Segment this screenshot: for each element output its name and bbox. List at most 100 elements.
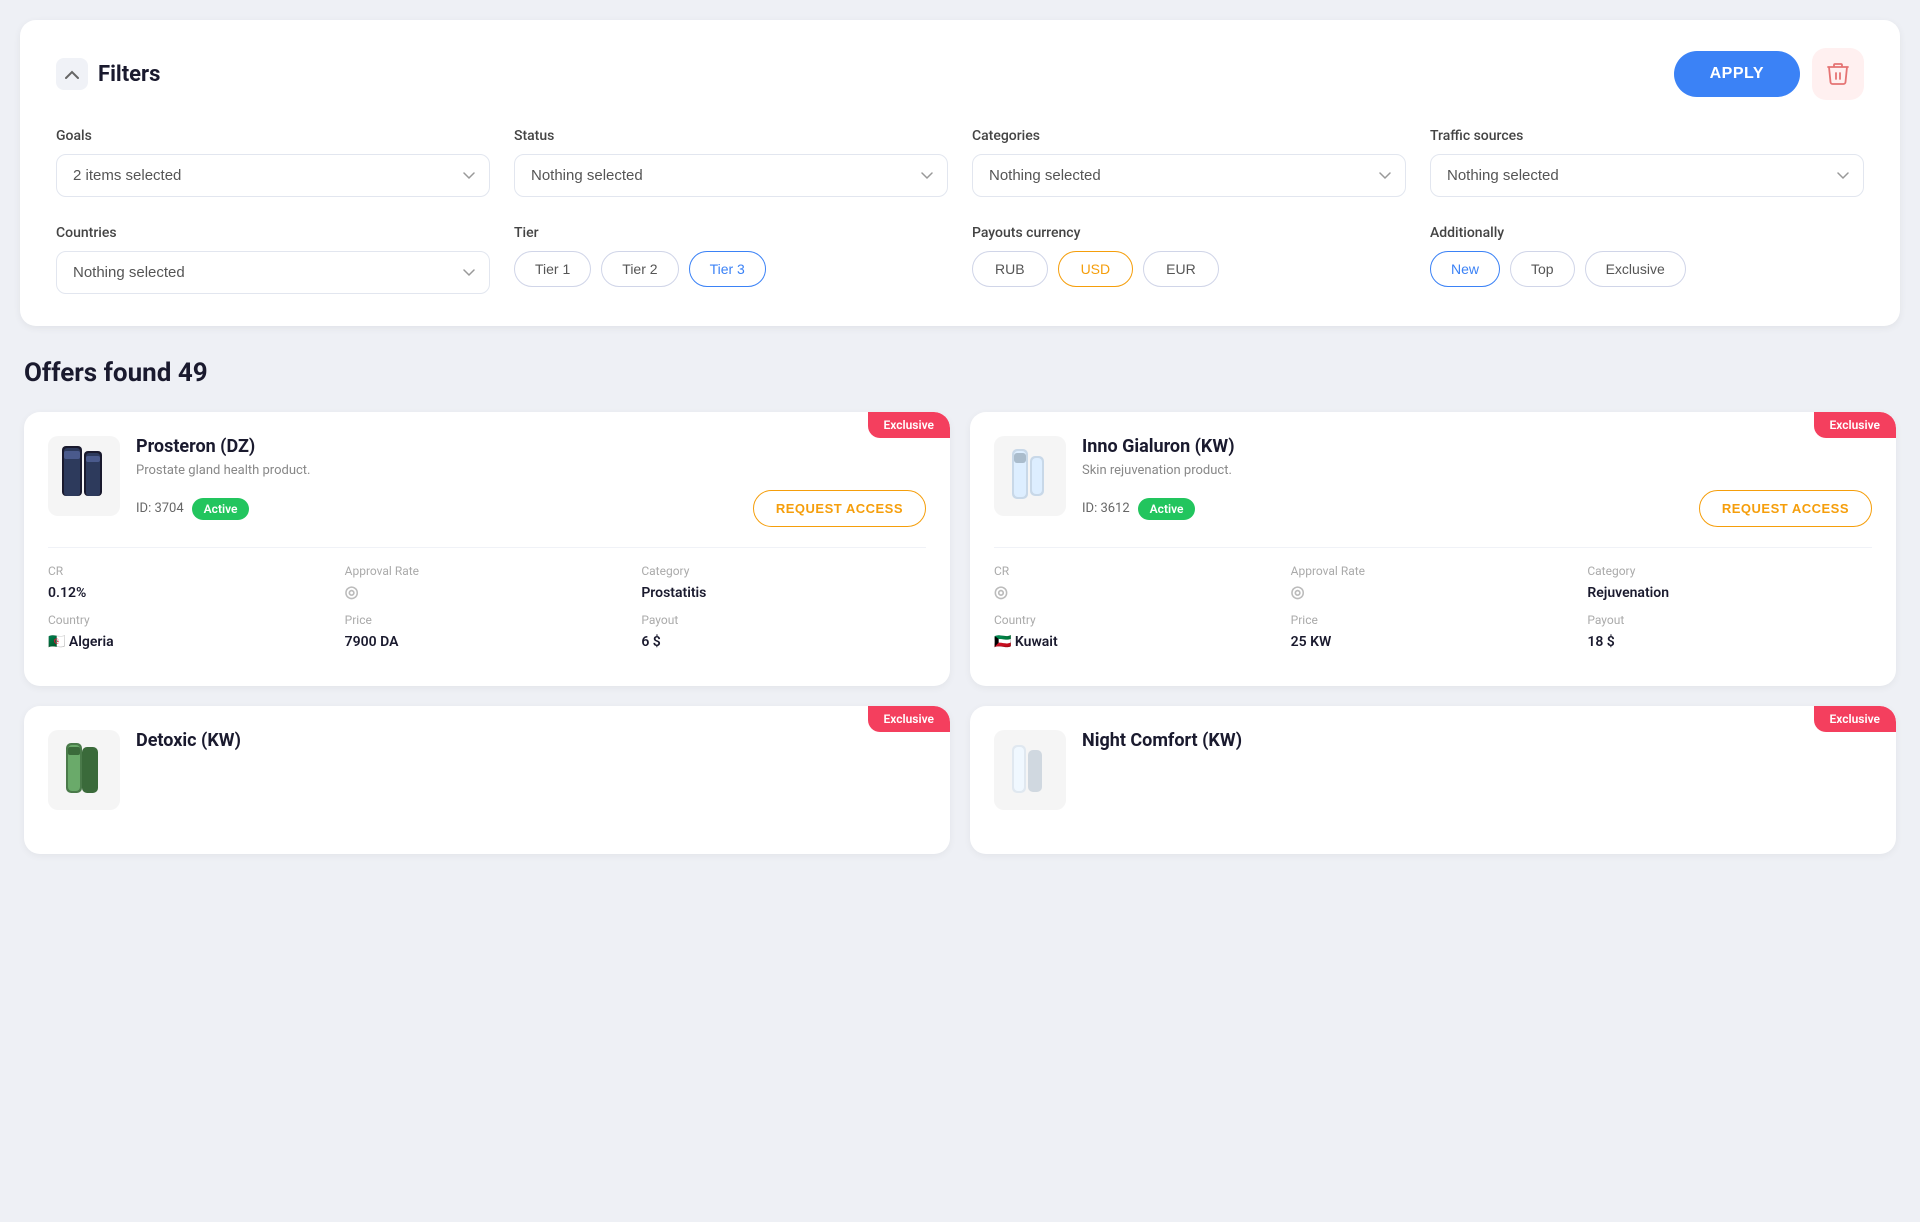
new-button[interactable]: New — [1430, 251, 1500, 287]
divider-2 — [994, 547, 1872, 548]
price-label-2: Price — [1291, 613, 1576, 627]
exclusive-button[interactable]: Exclusive — [1585, 251, 1686, 287]
stat-approval-1: Approval Rate ◎ — [345, 564, 630, 601]
offer-stats-row-1a: CR 0.12% Approval Rate ◎ Category Prosta… — [48, 564, 926, 601]
offer-desc-2: Skin rejuvenation product. — [1082, 463, 1872, 478]
offer-id-row-2: ID: 3612 Active REQUEST ACCESS — [1082, 490, 1872, 527]
goals-filter: Goals 2 items selected — [56, 128, 490, 197]
filter-row-2: Countries Nothing selected Tier Tier 1 T… — [56, 225, 1864, 294]
tier-filter: Tier Tier 1 Tier 2 Tier 3 — [514, 225, 948, 287]
offer-name-1: Prosteron (DZ) — [136, 436, 926, 457]
category-value-1: Prostatitis — [641, 585, 706, 601]
traffic-sources-label: Traffic sources — [1430, 128, 1864, 144]
additionally-buttons: New Top Exclusive — [1430, 251, 1864, 287]
stat-cr-1: CR 0.12% — [48, 564, 333, 601]
request-access-button-2[interactable]: REQUEST ACCESS — [1699, 490, 1872, 527]
offer-info-3: Detoxic (KW) — [136, 730, 926, 757]
approval-value-2: ◎ — [1291, 582, 1305, 601]
request-access-button-1[interactable]: REQUEST ACCESS — [753, 490, 926, 527]
offer-top-3: Detoxic (KW) — [48, 730, 926, 810]
price-value-2: 25 KW — [1291, 634, 1332, 650]
categories-select[interactable]: Nothing selected — [972, 154, 1406, 197]
exclusive-badge-4: Exclusive — [1814, 706, 1896, 732]
offer-stats-row-1b: Country 🇩🇿 Algeria Price 7900 DA Payout … — [48, 613, 926, 650]
filters-title: Filters — [98, 62, 160, 87]
offer-id-2: ID: 3612 — [1082, 501, 1130, 516]
offer-image-4 — [994, 730, 1066, 810]
offer-stats-row-2b: Country 🇰🇼 Kuwait Price 25 KW Payout 18 … — [994, 613, 1872, 650]
goals-label: Goals — [56, 128, 490, 144]
filter-row-1: Goals 2 items selected Status Nothing se… — [56, 128, 1864, 197]
stat-cr-2: CR ◎ — [994, 564, 1279, 601]
offer-info-1: Prosteron (DZ) Prostate gland health pro… — [136, 436, 926, 527]
countries-select[interactable]: Nothing selected — [56, 251, 490, 294]
additionally-filter: Additionally New Top Exclusive — [1430, 225, 1864, 287]
status-select[interactable]: Nothing selected — [514, 154, 948, 197]
offers-heading: Offers found 49 — [24, 358, 1896, 388]
tier-3-button[interactable]: Tier 3 — [689, 251, 766, 287]
category-label-1: Category — [641, 564, 926, 578]
filters-header: Filters APPLY — [56, 48, 1864, 100]
cr-label-2: CR — [994, 564, 1279, 578]
apply-button[interactable]: APPLY — [1674, 51, 1800, 97]
approval-label-1: Approval Rate — [345, 564, 630, 578]
traffic-sources-select[interactable]: Nothing selected — [1430, 154, 1864, 197]
offer-card-detoxic: Exclusive Detoxic (KW) — [24, 706, 950, 854]
exclusive-badge-1: Exclusive — [868, 412, 950, 438]
tier-buttons: Tier 1 Tier 2 Tier 3 — [514, 251, 948, 287]
exclusive-badge-3: Exclusive — [868, 706, 950, 732]
cr-label-1: CR — [48, 564, 333, 578]
price-label-1: Price — [345, 613, 630, 627]
category-label-2: Category — [1587, 564, 1872, 578]
exclusive-badge-2: Exclusive — [1814, 412, 1896, 438]
country-flag-2: 🇰🇼 — [994, 634, 1011, 650]
stat-category-2: Category Rejuvenation — [1587, 564, 1872, 601]
filters-panel: Filters APPLY Goals 2 items selected Sta… — [20, 20, 1900, 326]
delete-filters-button[interactable] — [1812, 48, 1864, 100]
categories-filter: Categories Nothing selected — [972, 128, 1406, 197]
offer-name-2: Inno Gialuron (KW) — [1082, 436, 1872, 457]
price-value-1: 7900 DA — [345, 634, 399, 650]
offer-info-4: Night Comfort (KW) — [1082, 730, 1872, 757]
usd-button[interactable]: USD — [1058, 251, 1134, 287]
offer-image-3 — [48, 730, 120, 810]
payout-label-1: Payout — [641, 613, 926, 627]
offer-name-4: Night Comfort (KW) — [1082, 730, 1872, 751]
country-label-1: Country — [48, 613, 333, 627]
offer-id-row-1: ID: 3704 Active REQUEST ACCESS — [136, 490, 926, 527]
stat-country-1: Country 🇩🇿 Algeria — [48, 613, 333, 650]
rub-button[interactable]: RUB — [972, 251, 1048, 287]
collapse-filters-icon[interactable] — [56, 58, 88, 90]
payout-label-2: Payout — [1587, 613, 1872, 627]
country-label-2: Country — [994, 613, 1279, 627]
cr-value-2: ◎ — [994, 582, 1008, 601]
stat-payout-2: Payout 18 $ — [1587, 613, 1872, 650]
offer-name-3: Detoxic (KW) — [136, 730, 926, 751]
additionally-label: Additionally — [1430, 225, 1864, 241]
tier-2-button[interactable]: Tier 2 — [601, 251, 678, 287]
offers-section: Offers found 49 Exclusive Prosteron — [20, 358, 1900, 854]
stat-approval-2: Approval Rate ◎ — [1291, 564, 1576, 601]
cr-value-1: 0.12% — [48, 585, 86, 601]
country-value-1: 🇩🇿 Algeria — [48, 634, 114, 650]
top-button[interactable]: Top — [1510, 251, 1575, 287]
countries-filter: Countries Nothing selected — [56, 225, 490, 294]
stat-payout-1: Payout 6 $ — [641, 613, 926, 650]
stat-price-2: Price 25 KW — [1291, 613, 1576, 650]
offer-top-4: Night Comfort (KW) — [994, 730, 1872, 810]
filters-actions: APPLY — [1674, 48, 1864, 100]
eur-button[interactable]: EUR — [1143, 251, 1219, 287]
active-badge-2: Active — [1138, 498, 1196, 520]
goals-select[interactable]: 2 items selected — [56, 154, 490, 197]
tier-1-button[interactable]: Tier 1 — [514, 251, 591, 287]
traffic-sources-filter: Traffic sources Nothing selected — [1430, 128, 1864, 197]
categories-label: Categories — [972, 128, 1406, 144]
offer-image-1 — [48, 436, 120, 516]
status-label: Status — [514, 128, 948, 144]
offer-id-status-1: ID: 3704 Active — [136, 498, 249, 520]
country-value-2: 🇰🇼 Kuwait — [994, 634, 1058, 650]
filters-title-wrap: Filters — [56, 58, 160, 90]
offer-top-2: Inno Gialuron (KW) Skin rejuvenation pro… — [994, 436, 1872, 527]
payout-currency-filter: Payouts currency RUB USD EUR — [972, 225, 1406, 287]
country-flag-1: 🇩🇿 — [48, 634, 65, 650]
